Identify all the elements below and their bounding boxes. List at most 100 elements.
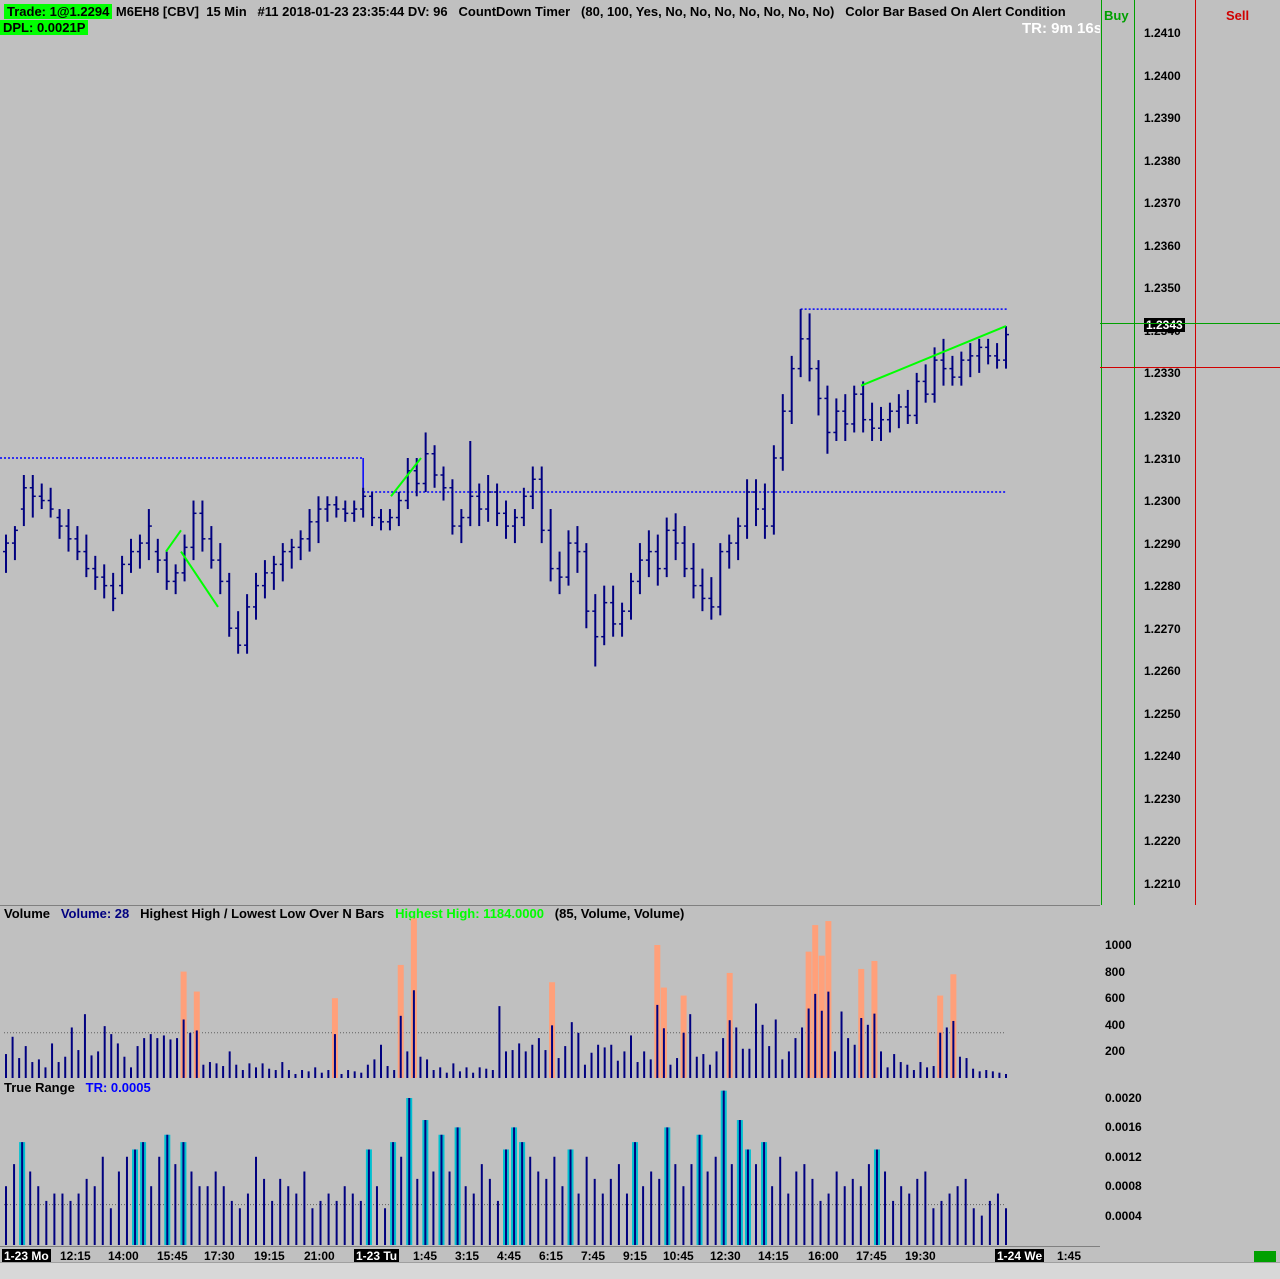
tr-bar-high	[720, 1090, 727, 1245]
time-tick-label: 19:15	[254, 1249, 285, 1263]
volume-bar-high	[549, 982, 556, 1078]
volume-tick-label: 800	[1105, 964, 1126, 979]
sell-button[interactable]: Sell	[1226, 8, 1249, 23]
time-tick-label: 1:45	[1057, 1249, 1082, 1263]
hhll-params: (85, Volume, Volume)	[554, 906, 685, 921]
trade-badge[interactable]: Trade: 1@1.2294	[4, 4, 113, 19]
tr-bar-high	[873, 1149, 880, 1245]
volume-bar-high	[726, 972, 733, 1078]
time-tick-label: 14:00	[108, 1249, 139, 1263]
volume-panel-title: Volume Volume: 28 Highest High / Lowest …	[4, 906, 684, 921]
volume-tick-label: 600	[1105, 991, 1126, 1006]
volume-name: Volume	[4, 906, 50, 921]
time-tick-label: 1:45	[413, 1249, 438, 1263]
price-tick-label: 1.2360	[1144, 238, 1181, 253]
tr-bar-high	[664, 1127, 671, 1245]
tr-bar-high	[19, 1142, 26, 1245]
tr-bar-high	[519, 1142, 526, 1245]
volume-bar-high	[410, 918, 417, 1078]
price-tick-label: 1.2370	[1144, 196, 1181, 211]
price-tick-label: 1.2320	[1144, 408, 1181, 423]
time-tick-label: 1-23 Mo	[2, 1249, 51, 1263]
time-tick-label: 9:15	[623, 1249, 648, 1263]
tr-bar-high	[761, 1142, 768, 1245]
buy-column-line	[1101, 0, 1102, 905]
price-tick-label: 1.2390	[1144, 111, 1181, 126]
volume-bar-high	[818, 955, 825, 1078]
tr-bar-high	[164, 1134, 171, 1245]
volume-bar-high	[805, 951, 812, 1078]
price-tick-label: 1.2310	[1144, 451, 1181, 466]
tr-bar-high	[511, 1127, 518, 1245]
time-tick-label: 19:30	[905, 1249, 936, 1263]
tr-bar-high	[140, 1142, 147, 1245]
volume-bar-high	[193, 991, 200, 1078]
tr-value: TR: 0.0005	[85, 1080, 151, 1095]
tr-name: True Range	[4, 1080, 75, 1095]
tr-tick-label: 0.0016	[1105, 1120, 1142, 1135]
volume-bar-high	[180, 971, 187, 1078]
tr-bar-high	[696, 1134, 703, 1245]
price-tick-label: 1.2330	[1144, 366, 1181, 381]
indicator-name: CountDown Timer	[458, 4, 571, 19]
volume-bar-high	[397, 964, 404, 1078]
price-tick-label: 1.2280	[1144, 579, 1181, 594]
tr-bar-high	[454, 1127, 461, 1245]
tr-bar-high	[736, 1120, 743, 1245]
volume-value: Volume: 28	[60, 906, 130, 921]
tr-bar-high	[180, 1142, 187, 1245]
volume-bar-high	[812, 925, 819, 1078]
volume-bar-high	[937, 995, 944, 1078]
price-chart[interactable]	[0, 0, 1100, 905]
buy-price-line[interactable]	[1100, 323, 1280, 324]
buy-axis-line	[1134, 0, 1135, 905]
price-tick-label: 1.2400	[1144, 68, 1181, 83]
time-tick-label: 6:15	[539, 1249, 564, 1263]
tr-bar-high	[632, 1142, 639, 1245]
price-tick-label: 1.2230	[1144, 791, 1181, 806]
highest-high: Highest High: 1184.0000	[395, 906, 544, 921]
price-tick-label: 1.2260	[1144, 664, 1181, 679]
price-tick-label: 1.2380	[1144, 153, 1181, 168]
volume-tick-label: 1000	[1105, 938, 1132, 952]
hhll-study: Highest High / Lowest Low Over N Bars	[140, 906, 385, 921]
time-tick-label: 4:45	[497, 1249, 522, 1263]
trend-line	[860, 325, 1007, 387]
tr-bar-high	[438, 1134, 445, 1245]
tr-bar-high	[744, 1149, 751, 1245]
color-bar-study: Color Bar Based On Alert Condition	[845, 4, 1066, 19]
current-price-label: 1.2343	[1144, 318, 1185, 332]
price-tick-label: 1.2220	[1144, 834, 1181, 849]
time-tick-label: 7:45	[581, 1249, 606, 1263]
tr-tick-label: 0.0012	[1105, 1149, 1142, 1164]
time-tick-label: 15:45	[157, 1249, 188, 1263]
time-tick-label: 1-23 Tu	[354, 1249, 400, 1263]
sell-price-line[interactable]	[1100, 367, 1280, 368]
countdown-timer: TR: 9m 16s	[1022, 20, 1100, 37]
volume-bar-high	[858, 968, 865, 1078]
buy-button[interactable]: Buy	[1104, 8, 1129, 23]
price-axis[interactable]: Buy Sell 1.2410 1.2400 1.2390 1.2380 1.2370 1…	[1100, 0, 1280, 905]
sell-column-line	[1195, 0, 1196, 905]
volume-bar-high	[825, 921, 832, 1078]
volume-bar-high	[331, 998, 338, 1078]
tr-bar-high	[422, 1120, 429, 1245]
time-tick-label: 12:30	[710, 1249, 741, 1263]
time-tick-label: 3:15	[455, 1249, 480, 1263]
tr-tick-label: 0.0008	[1105, 1179, 1142, 1194]
tr-bar-high	[390, 1142, 397, 1245]
time-tick-label: 17:30	[204, 1249, 235, 1263]
interval-label: 15 Min	[206, 4, 247, 19]
chart-header: Trade: 1@1.2294 M6EH8 [CBV] 15 Min #11 2…	[4, 4, 1066, 19]
price-tick-label: 1.2240	[1144, 749, 1181, 764]
bar-info: #11 2018-01-23 23:35:44 DV: 96	[257, 4, 448, 19]
tr-panel-title: True Range TR: 0.0005	[4, 1080, 151, 1095]
price-tick-label: 1.2300	[1144, 494, 1181, 509]
price-tick-label: 1.2350	[1144, 281, 1181, 296]
status-bar	[0, 1262, 1280, 1279]
price-tick-label: 1.2410	[1144, 26, 1181, 40]
time-axis-line	[0, 1246, 1100, 1247]
time-tick-label: 10:45	[663, 1249, 694, 1263]
trend-line	[165, 529, 182, 553]
price-tick-label: 1.2270	[1144, 621, 1181, 636]
